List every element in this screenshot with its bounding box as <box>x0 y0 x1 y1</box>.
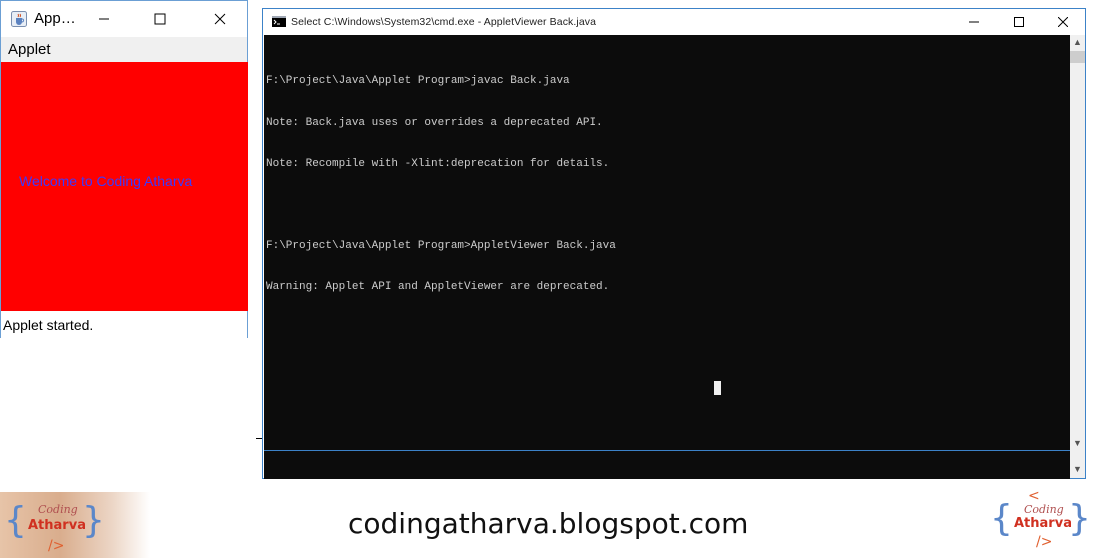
cmd-minimize-button[interactable] <box>951 9 997 35</box>
console-lower-pane <box>264 450 1070 479</box>
maximize-button[interactable] <box>137 1 183 37</box>
brace-close-icon: } <box>82 500 105 541</box>
cmd-maximize-button[interactable] <box>996 9 1042 35</box>
console-line: Note: Back.java uses or overrides a depr… <box>266 116 603 129</box>
console-line: Note: Recompile with -Xlint:deprecation … <box>266 157 610 170</box>
coding-atharva-logo-left: { Coding Atharva } /> <box>0 492 150 558</box>
console-line: ​ <box>266 199 616 213</box>
console-lines: F:\Project\Java\Applet Program>javac Bac… <box>266 48 616 322</box>
cmd-icon <box>272 16 286 27</box>
coding-atharva-logo-right: < { Coding Atharva } /> <box>990 488 1091 556</box>
cmd-window: Select C:\Windows\System32\cmd.exe - App… <box>262 8 1086 479</box>
maximize-icon <box>154 13 166 25</box>
close-icon <box>214 13 226 25</box>
welcome-message: Welcome to Coding Atharva <box>19 173 193 189</box>
close-icon <box>1058 17 1068 27</box>
scroll-down-icon[interactable]: ▼ <box>1073 464 1082 474</box>
status-text: Applet started. <box>3 317 94 333</box>
scroll-thumb[interactable] <box>1070 51 1085 63</box>
close-button[interactable] <box>197 1 243 37</box>
logo-coding-text: Coding <box>1024 503 1064 516</box>
applet-menubar: Applet <box>1 37 247 62</box>
scroll-down-icon[interactable]: ▼ <box>1070 438 1085 450</box>
minimize-button[interactable] <box>81 1 127 37</box>
applet-window-title: App… <box>34 10 76 27</box>
brace-close-icon: } <box>1068 498 1091 539</box>
tag-open-icon: < <box>1028 488 1040 504</box>
minimize-icon <box>969 21 979 23</box>
vertical-scrollbar[interactable]: ▲ ▼ <box>1070 35 1085 450</box>
brace-open-icon: { <box>990 498 1013 539</box>
cmd-window-title: Select C:\Windows\System32\cmd.exe - App… <box>291 16 597 28</box>
menu-applet[interactable]: Applet <box>8 41 51 58</box>
cmd-close-button[interactable] <box>1040 9 1086 35</box>
console-output-area[interactable]: F:\Project\Java\Applet Program>javac Bac… <box>264 35 1070 450</box>
tag-close-icon: /> <box>48 538 65 554</box>
console-line: F:\Project\Java\Applet Program>AppletVie… <box>266 239 616 252</box>
applet-window: App… Applet Welcome to Coding Atharva Ap… <box>0 0 248 338</box>
console-line: F:\Project\Java\Applet Program>javac Bac… <box>266 75 570 88</box>
applet-title-bar[interactable]: App… <box>1 1 247 37</box>
logo-atharva-text: Atharva <box>28 518 86 533</box>
lower-scrollbar[interactable]: ▼ <box>1070 450 1085 478</box>
applet-status-bar: Applet started. <box>1 311 247 338</box>
java-cup-icon <box>11 11 27 27</box>
applet-canvas: Welcome to Coding Atharva <box>1 62 248 311</box>
scroll-up-icon[interactable]: ▲ <box>1070 37 1085 49</box>
site-url: codingatharva.blogspot.com <box>348 507 749 540</box>
minimize-icon <box>99 18 109 20</box>
tag-close-icon: /> <box>1036 534 1053 550</box>
logo-coding-text: Coding <box>38 503 78 516</box>
logo-atharva-text: Atharva <box>1014 516 1072 531</box>
brace-open-icon: { <box>4 500 27 541</box>
maximize-icon <box>1014 17 1024 27</box>
text-cursor <box>714 381 721 395</box>
cmd-title-bar[interactable]: Select C:\Windows\System32\cmd.exe - App… <box>263 9 1085 35</box>
console-line: Warning: Applet API and AppletViewer are… <box>266 280 610 293</box>
